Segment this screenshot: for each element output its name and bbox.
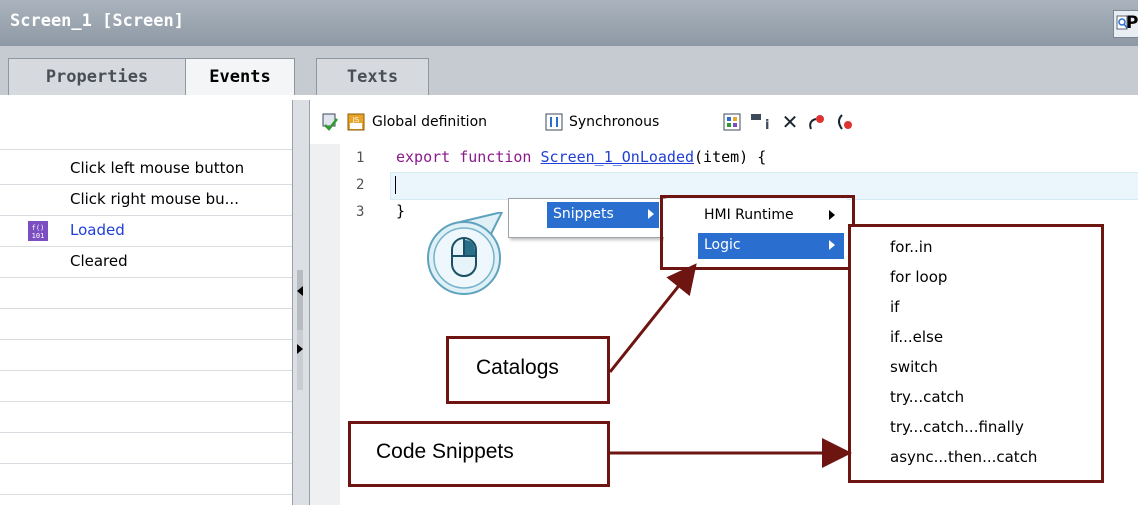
code-snippets-callout: Code Snippets <box>348 421 610 487</box>
list-header-row <box>0 95 292 150</box>
snippet-try-catch-finally[interactable]: try...catch...finally <box>890 418 1024 436</box>
tab-properties[interactable]: Properties <box>8 58 186 95</box>
tab-texts[interactable]: Texts <box>316 58 429 95</box>
global-definition-icon[interactable]: JS <box>346 112 366 132</box>
tab-events[interactable]: Events <box>185 58 295 95</box>
event-item-cleared[interactable]: Cleared <box>0 246 292 278</box>
menu-item-hmi-runtime[interactable]: HMI Runtime <box>704 207 794 223</box>
code-line-3: } <box>396 202 406 220</box>
text-cursor <box>395 176 396 194</box>
catalogs-callout: Catalogs <box>446 336 610 404</box>
svg-text:101: 101 <box>32 232 45 240</box>
context-menu: Snippets <box>508 198 666 238</box>
code-snippets-callout-label: Code Snippets <box>376 440 514 463</box>
menu-item-snippets-label: Snippets <box>553 206 614 222</box>
expand-right-icon[interactable] <box>296 344 304 354</box>
empty-row <box>0 463 292 495</box>
svg-text:i: i <box>765 118 769 131</box>
submenu-arrow-icon <box>648 209 654 219</box>
snippet-try-catch[interactable]: try...catch <box>890 388 964 406</box>
snippet-switch[interactable]: switch <box>890 358 938 376</box>
panel-splitter[interactable] <box>292 100 310 505</box>
line-number: 3 <box>356 204 365 220</box>
snippet-if[interactable]: if <box>890 298 899 316</box>
event-label: Click right mouse bu... <box>70 190 239 208</box>
code-function-name: Screen_1_OnLoaded <box>540 148 695 166</box>
menu-item-logic-label: Logic <box>704 237 741 253</box>
empty-row <box>0 370 292 402</box>
properties-button[interactable]: P <box>1113 10 1138 38</box>
event-label: Cleared <box>70 252 128 270</box>
event-label: Click left mouse button <box>70 159 245 177</box>
event-item-loaded[interactable]: f() 101 Loaded <box>0 215 292 247</box>
synchronous-label[interactable]: Synchronous <box>569 114 659 130</box>
event-label: Loaded <box>70 221 125 239</box>
window-title: Screen_1 [Screen] <box>10 11 184 31</box>
submenu-arrow-icon <box>829 210 835 220</box>
collapse-left-icon[interactable] <box>296 286 304 296</box>
snippet-if-else[interactable]: if...else <box>890 328 943 346</box>
snippet-for-in[interactable]: for..in <box>890 238 932 256</box>
events-list: Click left mouse button Click right mous… <box>0 95 292 505</box>
code-keyword: export function <box>396 148 532 166</box>
line-number: 2 <box>356 177 365 193</box>
empty-row <box>0 401 292 433</box>
empty-row <box>0 277 292 309</box>
svg-text:JS: JS <box>352 116 360 124</box>
splitter-handle <box>297 330 303 390</box>
svg-text:f(): f() <box>32 224 45 232</box>
synchronous-icon[interactable] <box>544 112 564 132</box>
code-args: (item) { <box>694 148 767 166</box>
splitter-handle <box>297 270 303 330</box>
submenu-arrow-icon <box>829 240 835 250</box>
event-item-click-left[interactable]: Click left mouse button <box>0 153 292 185</box>
function-icon: f() 101 <box>28 221 48 241</box>
right-mouse-click-icon <box>427 212 504 295</box>
global-definition-label[interactable]: Global definition <box>372 114 487 130</box>
info-list-icon[interactable]: i <box>750 112 770 132</box>
empty-row <box>0 432 292 464</box>
editor-gutter <box>310 144 340 505</box>
script-toolbar: JS Global definition Synchronous i ✕ <box>310 100 1138 144</box>
empty-row <box>0 308 292 340</box>
remove-snippet-icon[interactable] <box>834 112 854 132</box>
catalogs-callout-label: Catalogs <box>476 356 559 379</box>
empty-row <box>0 339 292 371</box>
code-snippets-box <box>848 224 1104 483</box>
snippet-async-then-catch[interactable]: async...then...catch <box>890 448 1037 466</box>
snippets-grid-icon[interactable] <box>722 112 742 132</box>
line-number: 1 <box>356 150 365 166</box>
window-title-bar: Screen_1 [Screen] P <box>0 0 1138 46</box>
undo-delete-icon[interactable] <box>806 112 826 132</box>
event-item-click-right[interactable]: Click right mouse bu... <box>0 184 292 216</box>
snippet-for-loop[interactable]: for loop <box>890 268 947 286</box>
delete-icon[interactable]: ✕ <box>780 110 800 134</box>
check-syntax-icon[interactable] <box>320 112 340 132</box>
catalogs-submenu: HMI Runtime Logic <box>664 199 847 263</box>
code-line-1: export function Screen_1_OnLoaded(item) … <box>396 148 766 166</box>
properties-button-label: P <box>1126 13 1138 33</box>
